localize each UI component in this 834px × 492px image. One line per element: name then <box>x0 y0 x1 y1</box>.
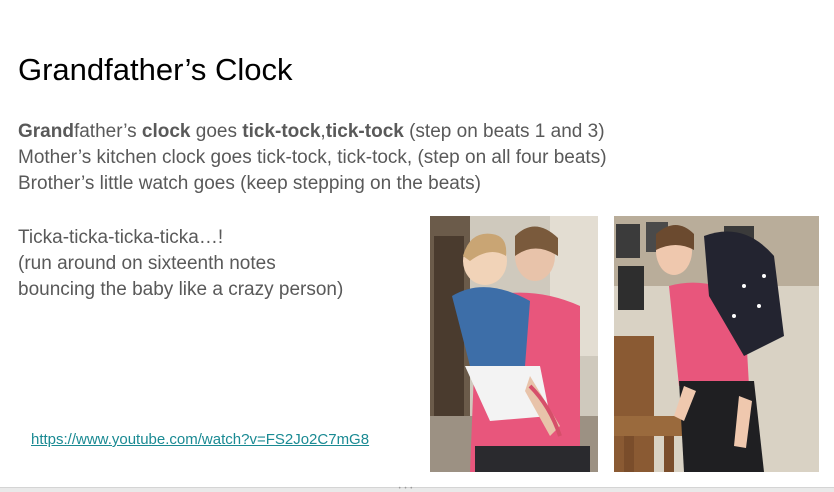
youtube-link[interactable]: https://www.youtube.com/watch?v=FS2Jo2C7… <box>31 431 369 448</box>
bold-tick-tock-1: tick-tock <box>242 121 321 142</box>
verse-line-2: Mother’s kitchen clock goes tick-tock, t… <box>18 147 607 168</box>
verse-line-5: (run around on sixteenth notes <box>18 253 276 274</box>
slide: Grandfather’s Clock Grandfather’s clock … <box>0 0 834 487</box>
verse-text-2: Ticka-ticka-ticka-ticka…! (run around on… <box>18 225 343 303</box>
bold-grand: Grand <box>18 121 74 142</box>
bold-tick-tock-2: tick-tock <box>325 121 404 142</box>
slide-title: Grandfather’s Clock <box>18 52 293 87</box>
verse-line-3: Brother’s little watch goes (keep steppi… <box>18 173 481 194</box>
photo-piggyback <box>614 216 819 472</box>
bold-clock: clock <box>141 121 191 142</box>
text-step-beats-1-3: (step on beats 1 and 3) <box>403 121 605 142</box>
verse-text: Grandfather’s clock goes tick-tock,tick-… <box>18 119 607 197</box>
text-goes: goes <box>190 121 243 142</box>
resize-grip-icon[interactable]: • • • <box>398 486 414 492</box>
verse-line-4: Ticka-ticka-ticka-ticka…! <box>18 227 224 248</box>
photo-holding-toddler <box>430 216 598 472</box>
text-fathers: father’s <box>73 121 142 142</box>
bottom-bar <box>0 487 834 492</box>
verse-line-1: Grandfather’s clock goes tick-tock,tick-… <box>18 119 607 145</box>
verse-line-6: bouncing the baby like a crazy person) <box>18 279 344 300</box>
